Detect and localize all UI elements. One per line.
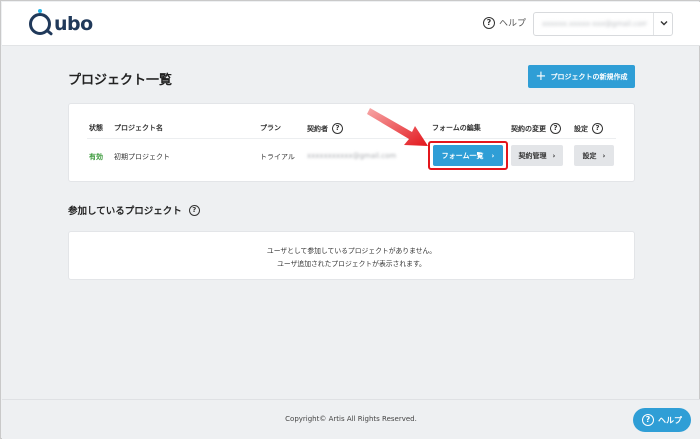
settings-button[interactable]: 設定 › bbox=[574, 145, 614, 166]
contractor-email: xxxxxxxxxxx@gmail.com bbox=[307, 152, 397, 160]
account-divider bbox=[653, 13, 654, 35]
floating-help-button[interactable]: ? ヘルプ bbox=[633, 408, 691, 432]
pointer-arrow-icon bbox=[367, 108, 428, 146]
form-list-button[interactable]: フォーム一覧 › bbox=[433, 145, 503, 166]
joined-projects-card: ユーザとして参加しているプロジェクトがありません。 ユーザ追加されたプロジェクト… bbox=[68, 231, 635, 280]
chevron-down-icon[interactable] bbox=[659, 18, 669, 28]
projects-card: 状態 プロジェクト名 プラン 契約者 ? フォームの編集 契約の変更 ? 設定 … bbox=[68, 103, 635, 182]
chevron-right-icon: › bbox=[552, 151, 556, 160]
header-help-label: ヘルプ bbox=[499, 19, 527, 29]
contract-management-button[interactable]: 契約管理 › bbox=[511, 145, 563, 166]
chevron-right-icon: › bbox=[602, 151, 606, 160]
column-header-status: 状態 bbox=[89, 124, 103, 132]
column-header-plan: プラン bbox=[260, 124, 281, 132]
empty-message-line: ユーザとして参加しているプロジェクトがありません。 bbox=[266, 247, 437, 255]
copyright-text: Copyright© Artis All Rights Reserved. bbox=[285, 415, 417, 423]
column-header-form-edit: フォームの編集 bbox=[432, 124, 481, 132]
account-email: xxxxxx.xxxxx-xxx@gmail.com bbox=[542, 20, 647, 28]
logo-q-mark bbox=[29, 9, 51, 35]
column-header-settings: 設定 ? bbox=[574, 123, 603, 134]
project-status: 有効 bbox=[89, 153, 103, 161]
plus-icon: + bbox=[535, 69, 547, 84]
question-icon[interactable]: ? bbox=[592, 123, 603, 134]
column-header-name: プロジェクト名 bbox=[114, 124, 163, 132]
question-icon[interactable]: ? bbox=[188, 204, 200, 216]
chevron-right-icon: › bbox=[491, 151, 495, 160]
question-icon: ? bbox=[642, 414, 654, 426]
logo-text: ubo bbox=[54, 13, 93, 35]
header-divider bbox=[87, 138, 616, 139]
project-plan: トライアル bbox=[260, 153, 295, 161]
page-title: プロジェクト一覧 bbox=[68, 73, 173, 88]
top-header: ubo ? ヘルプ xxxxxx.xxxxx-xxx@gmail.com bbox=[2, 2, 700, 46]
project-name[interactable]: 初期プロジェクト bbox=[114, 152, 170, 162]
question-icon[interactable]: ? bbox=[550, 123, 561, 134]
footer: Copyright© Artis All Rights Reserved. bbox=[2, 399, 700, 439]
app-window: ubo ? ヘルプ xxxxxx.xxxxx-xxx@gmail.com プロジ… bbox=[0, 0, 700, 439]
column-header-contract-change: 契約の変更 ? bbox=[511, 123, 561, 134]
qubo-logo[interactable]: ubo bbox=[29, 9, 93, 36]
account-dropdown[interactable]: xxxxxx.xxxxx-xxx@gmail.com bbox=[533, 12, 673, 36]
column-header-contractor: 契約者 ? bbox=[307, 123, 343, 134]
empty-message-line: ユーザ追加されたプロジェクトが表示されます。 bbox=[277, 260, 426, 268]
question-icon: ? bbox=[483, 16, 495, 29]
joined-projects-title: 参加しているプロジェクト ? bbox=[68, 203, 200, 217]
question-icon[interactable]: ? bbox=[332, 123, 343, 134]
header-help-link[interactable]: ? ヘルプ bbox=[483, 16, 526, 29]
new-project-label: プロジェクトの新規作成 bbox=[550, 72, 628, 81]
new-project-button[interactable]: + プロジェクトの新規作成 bbox=[528, 65, 635, 88]
